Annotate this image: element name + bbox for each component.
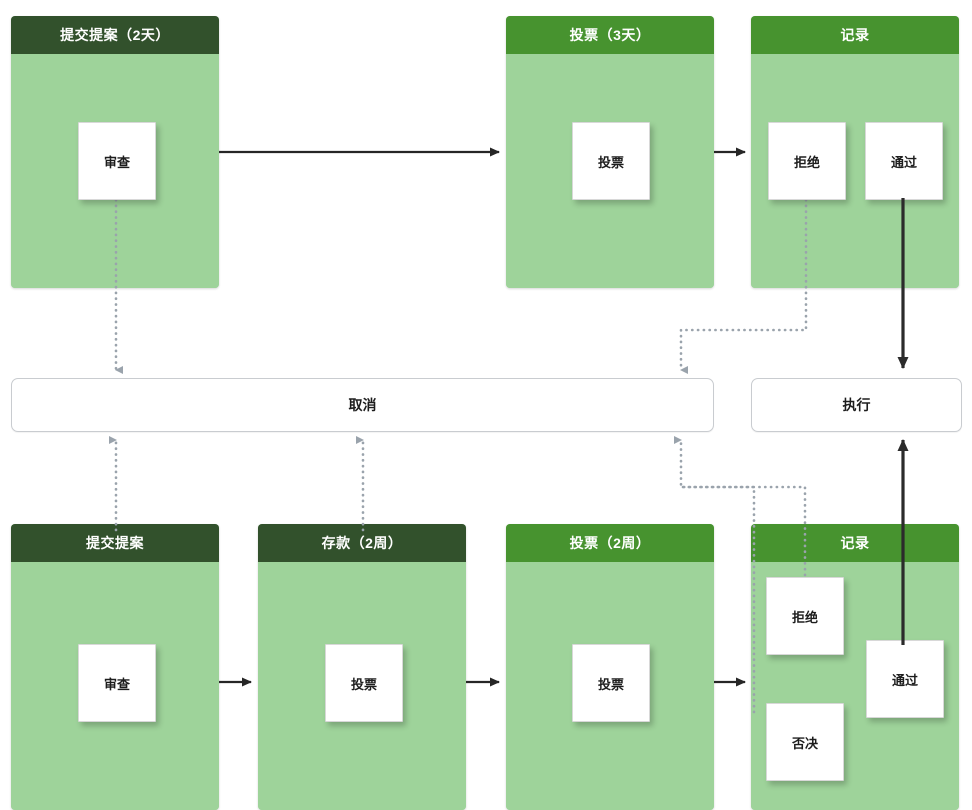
solid-connector-layer (219, 147, 909, 687)
flow-diagram-canvas: 提交提案（2天） 审查 投票（3天） 投票 记录 拒绝 通过 取消 执行 提交提… (0, 0, 972, 810)
